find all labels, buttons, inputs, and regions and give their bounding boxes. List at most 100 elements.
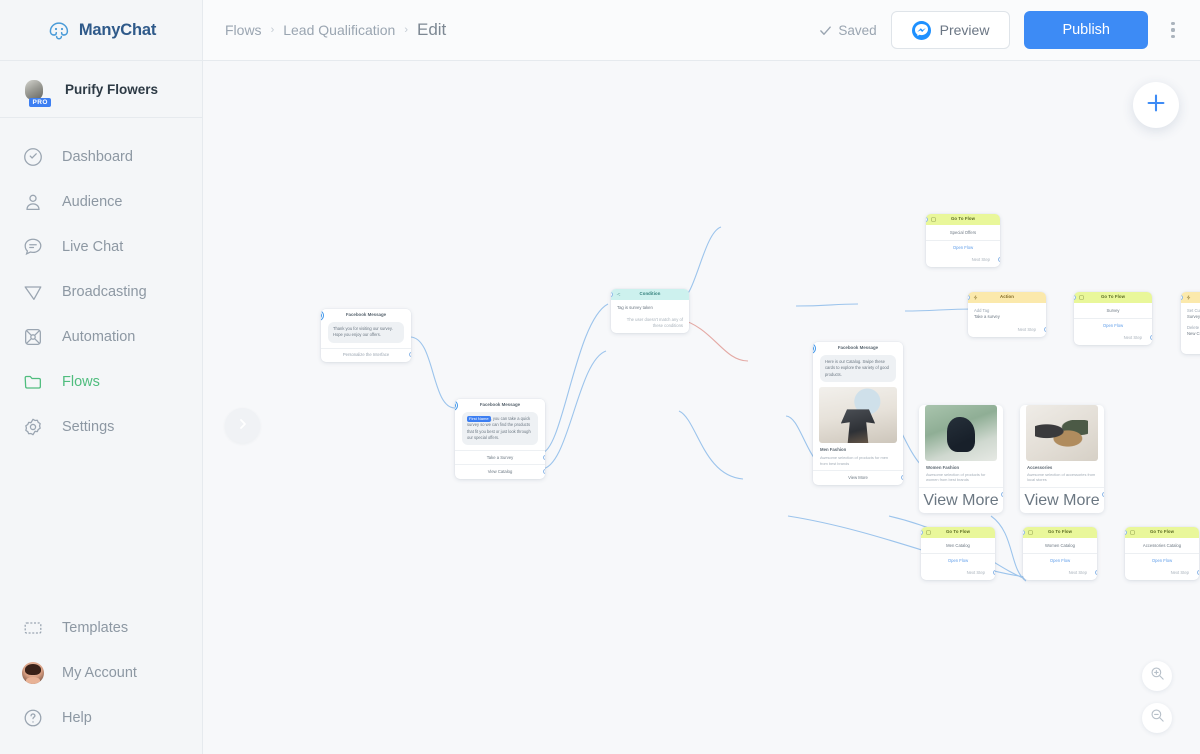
zoom-in-button[interactable]	[1142, 661, 1172, 691]
output-port[interactable]	[542, 468, 545, 474]
messenger-node-icon	[321, 310, 324, 321]
action-row: Set Custom Field Survey → Survey Updated	[1181, 303, 1200, 324]
sidebar-item-broadcasting[interactable]: Broadcasting	[0, 269, 202, 314]
card-description: Awesome selection of products for women …	[926, 471, 986, 483]
node-welcome-message[interactable]: Facebook Message Thank you for visiting …	[321, 309, 411, 362]
node-type-label: Go To Flow	[926, 214, 1000, 225]
open-flow-link[interactable]: Open Flow	[1023, 553, 1097, 567]
kebab-menu-icon[interactable]	[1162, 22, 1184, 38]
sidebar-item-templates[interactable]: Templates	[0, 605, 202, 650]
sidebar: ManyChat PRO Purify Flowers Dashboard Au…	[0, 0, 203, 754]
node-men-catalog-flow[interactable]: Go To Flow Men Catalog Open Flow Next St…	[921, 527, 995, 580]
output-port[interactable]	[997, 256, 1000, 262]
output-port[interactable]	[900, 474, 903, 480]
gallery-card-women[interactable]: Women Fashion Awesome selection of produ…	[919, 405, 1003, 514]
message-button[interactable]: Personalize the Interface	[321, 347, 411, 362]
men-fashion-photo	[819, 387, 897, 444]
sidebar-item-label: Templates	[62, 619, 129, 636]
brand-header[interactable]: ManyChat	[0, 0, 202, 61]
sidebar-item-label: My Account	[62, 664, 137, 681]
output-port[interactable]	[1000, 491, 1003, 497]
output-port[interactable]	[1149, 334, 1152, 340]
zoom-out-icon	[1150, 708, 1165, 728]
account-switcher[interactable]: PRO Purify Flowers	[0, 61, 202, 118]
main-area: Flows › Lead Qualification › Edit Saved	[203, 0, 1200, 754]
output-port[interactable]	[408, 352, 411, 358]
input-port[interactable]	[1181, 295, 1183, 300]
sidebar-item-help[interactable]: Help	[0, 695, 202, 740]
sidebar-item-live-chat[interactable]: Live Chat	[0, 224, 202, 269]
input-port[interactable]	[968, 295, 970, 300]
card-button[interactable]: View More	[1020, 487, 1104, 513]
sidebar-item-automation[interactable]: Automation	[0, 314, 202, 359]
node-custom-field-action[interactable]: Action Set Custom Field Survey → Survey …	[1181, 292, 1200, 354]
next-step[interactable]: Next Step	[968, 324, 1046, 337]
output-port[interactable]	[1094, 569, 1097, 575]
sidebar-item-flows[interactable]: Flows	[0, 359, 202, 404]
node-survey-flow[interactable]: Go To Flow Survey Open Flow Next Step	[1074, 292, 1152, 345]
primary-nav: Dashboard Audience Live Chat Broadcastin…	[0, 118, 202, 605]
input-port[interactable]	[611, 292, 613, 297]
zoom-out-button[interactable]	[1142, 703, 1172, 733]
card-button[interactable]: View More	[919, 487, 1003, 513]
collapse-sidebar-button[interactable]	[225, 408, 260, 443]
go-to-flow-icon	[1028, 530, 1033, 535]
input-port[interactable]	[1125, 530, 1127, 535]
add-node-button[interactable]	[1133, 82, 1179, 128]
message-button[interactable]: View Catalog	[455, 464, 545, 478]
node-type-label: Go To Flow	[1125, 527, 1199, 538]
input-port[interactable]	[921, 530, 923, 535]
card-description: Awesome selection of accessories from lo…	[1027, 471, 1096, 483]
card-button[interactable]: View More	[813, 470, 903, 484]
live-chat-icon	[22, 236, 44, 258]
input-port[interactable]	[926, 217, 928, 222]
sidebar-item-settings[interactable]: Settings	[0, 404, 202, 449]
preview-button[interactable]: Preview	[890, 11, 1011, 49]
message-body: Thank you for visiting our survey. Hope …	[328, 322, 404, 343]
node-type-label: Action	[968, 292, 1046, 303]
sidebar-item-label: Audience	[62, 193, 123, 210]
open-flow-link[interactable]: Open Flow	[1074, 318, 1152, 332]
sidebar-item-my-account[interactable]: My Account	[0, 650, 202, 695]
breadcrumb-flows[interactable]: Flows	[225, 22, 262, 38]
gallery-card-accessories[interactable]: Accessories Awesome selection of accesso…	[1020, 405, 1104, 514]
next-step[interactable]: Next Step	[926, 254, 1000, 267]
output-port[interactable]	[1043, 326, 1046, 332]
sidebar-item-dashboard[interactable]: Dashboard	[0, 134, 202, 179]
sidebar-item-label: Help	[62, 709, 92, 726]
output-port[interactable]	[542, 454, 545, 460]
sidebar-item-audience[interactable]: Audience	[0, 179, 202, 224]
next-step[interactable]: Next Step	[1023, 567, 1097, 580]
node-special-offers-flow[interactable]: Go To Flow Special Offers Open Flow Next…	[926, 214, 1000, 267]
next-step[interactable]: Next Step	[1074, 332, 1152, 345]
node-add-tag-action[interactable]: Action Add Tag Take a survey Next Step	[968, 292, 1046, 337]
node-women-catalog-flow[interactable]: Go To Flow Women Catalog Open Flow Next …	[1023, 527, 1097, 580]
next-step[interactable]: Next Step	[1125, 567, 1199, 580]
flow-title: Survey	[1106, 308, 1120, 313]
output-port[interactable]	[1101, 491, 1104, 497]
next-step[interactable]: Next Step	[1181, 341, 1200, 354]
input-port[interactable]	[1023, 530, 1025, 535]
input-port[interactable]	[1074, 295, 1076, 300]
open-flow-link[interactable]: Open Flow	[926, 240, 1000, 254]
node-type-label: Condition	[611, 289, 689, 300]
node-survey-message[interactable]: Facebook Message First Name, you can tak…	[455, 399, 545, 479]
condition-true-label: Tag is survey taken	[617, 305, 653, 310]
breadcrumb: Flows › Lead Qualification › Edit	[225, 20, 446, 40]
output-port[interactable]	[992, 569, 995, 575]
flow-canvas[interactable]: Facebook Message Thank you for visiting …	[203, 61, 1200, 754]
node-accessories-catalog-flow[interactable]: Go To Flow Accessories Catalog Open Flow…	[1125, 527, 1199, 580]
message-button[interactable]: Take a Survey	[455, 450, 545, 464]
output-port[interactable]	[1196, 569, 1199, 575]
open-flow-link[interactable]: Open Flow	[1125, 553, 1199, 567]
open-flow-link[interactable]: Open Flow	[921, 553, 995, 567]
publish-button[interactable]: Publish	[1024, 11, 1148, 49]
breadcrumb-lead-qualification[interactable]: Lead Qualification	[283, 22, 395, 38]
node-catalog-gallery[interactable]: Facebook Message Here is our Catalog. Sw…	[813, 342, 903, 485]
next-step[interactable]: Next Step	[921, 567, 995, 580]
condition-icon	[616, 292, 621, 297]
chevron-right-icon	[238, 417, 248, 435]
manychat-app: ManyChat PRO Purify Flowers Dashboard Au…	[0, 0, 1200, 754]
node-type-label: Facebook Message	[813, 342, 903, 355]
node-condition[interactable]: Condition Tag is survey taken The user d…	[611, 289, 689, 334]
